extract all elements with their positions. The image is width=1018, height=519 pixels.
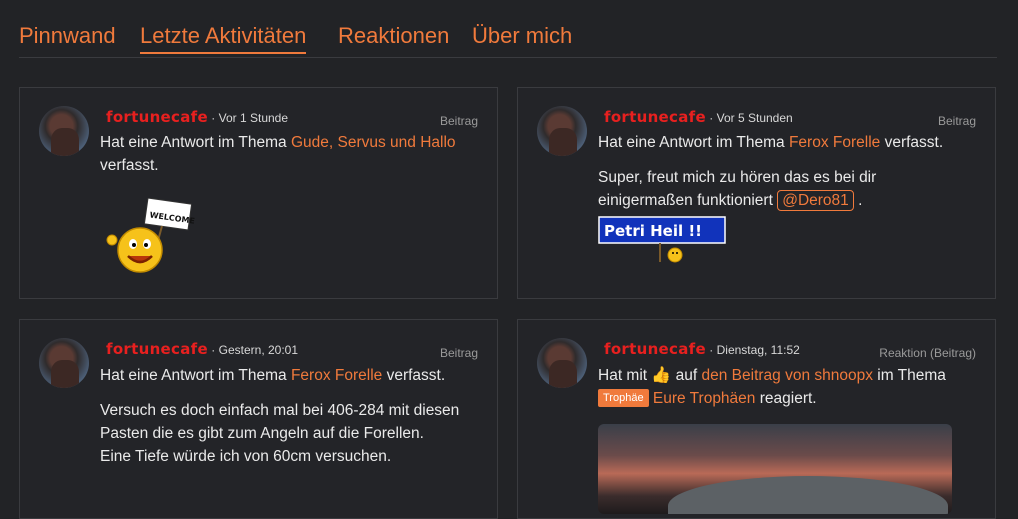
activity-text: Hat eine Antwort im Thema Gude, Servus u… <box>100 131 456 177</box>
activity-text-suffix: verfasst. <box>382 367 446 384</box>
forum-badge: Trophäe <box>598 389 649 407</box>
activity-time: · Gestern, 20:01 <box>211 343 299 357</box>
tab-ueber-mich[interactable]: Über mich <box>472 22 572 50</box>
activity-text-suffix: reagiert. <box>755 390 817 407</box>
activity-meta: fortunecafe · Vor 5 Stunden <box>604 108 793 126</box>
thumbs-up-icon: 👍 <box>651 367 672 384</box>
thread-link[interactable]: Ferox Forelle <box>789 134 880 151</box>
avatar[interactable] <box>537 106 587 156</box>
activity-type: Beitrag <box>439 114 478 128</box>
avatar[interactable] <box>39 338 89 388</box>
activity-text-suffix: verfasst. <box>880 134 944 151</box>
excerpt-line: einigermaßen funktioniert <box>598 192 778 209</box>
user-mention[interactable]: @Dero81 <box>777 190 854 211</box>
activity-card: fortunecafe · Vor 1 Stunde Beitrag Hat e… <box>19 87 498 299</box>
post-excerpt: Versuch es doch einfach mal bei 406-284 … <box>100 399 459 468</box>
petri-heil-image: Petri Heil !! <box>598 216 726 263</box>
username-link[interactable]: fortunecafe <box>604 108 706 126</box>
activity-card: fortunecafe · Gestern, 20:01 Beitrag Hat… <box>19 319 498 519</box>
thread-link[interactable]: Gude, Servus und Hallo <box>291 134 456 151</box>
activity-text-prefix: Hat eine Antwort im Thema <box>598 134 789 151</box>
activity-text: Hat eine Antwort im Thema Ferox Forelle … <box>598 131 943 154</box>
activity-text: Hat mit 👍 auf den Beitrag von shnoopx im… <box>598 364 946 410</box>
activity-text-prefix: Hat eine Antwort im Thema <box>100 367 291 384</box>
avatar[interactable] <box>39 106 89 156</box>
activity-card: fortunecafe · Dienstag, 11:52 Reaktion (… <box>517 319 996 519</box>
tab-pinnwand[interactable]: Pinnwand <box>19 22 116 50</box>
activity-text-middle: auf <box>671 367 702 384</box>
excerpt-line: Eine Tiefe würde ich von 60cm versuchen. <box>100 448 392 465</box>
activity-text-suffix: verfasst. <box>100 157 159 174</box>
avatar[interactable] <box>537 338 587 388</box>
username-link[interactable]: fortunecafe <box>106 108 208 126</box>
activity-card: fortunecafe · Vor 5 Stunden Beitrag Hat … <box>517 87 996 299</box>
excerpt-line: Pasten die es gibt zum Angeln auf die Fo… <box>100 425 424 442</box>
post-link[interactable]: den Beitrag von shnoopx <box>702 367 873 384</box>
activity-text-prefix: Hat eine Antwort im Thema <box>100 134 291 151</box>
welcome-smiley-image: WELCOME! <box>106 198 195 273</box>
activity-time: · Vor 1 Stunde <box>211 111 289 125</box>
activity-type: Beitrag <box>937 114 976 128</box>
activity-time: · Dienstag, 11:52 <box>709 343 800 357</box>
activity-text: Hat eine Antwort im Thema Ferox Forelle … <box>100 364 445 387</box>
tab-reaktionen[interactable]: Reaktionen <box>338 22 449 50</box>
profile-tabs: Pinnwand Letzte Aktivitäten Reaktionen Ü… <box>19 0 997 58</box>
excerpt-line: Super, freut mich zu hören das es bei di… <box>598 169 877 186</box>
activity-meta: fortunecafe · Dienstag, 11:52 <box>604 340 800 358</box>
excerpt-punctuation: . <box>853 192 863 209</box>
thread-link[interactable]: Ferox Forelle <box>291 367 382 384</box>
activity-type: Beitrag <box>439 346 478 360</box>
excerpt-line: Versuch es doch einfach mal bei 406-284 … <box>100 402 460 419</box>
activity-text-prefix: Hat mit <box>598 367 652 384</box>
activity-type: Reaktion (Beitrag) <box>879 346 976 360</box>
post-excerpt: Super, freut mich zu hören das es bei di… <box>598 166 876 212</box>
activity-time: · Vor 5 Stunden <box>709 111 793 125</box>
username-link[interactable]: fortunecafe <box>106 340 208 358</box>
post-image-preview[interactable] <box>598 424 952 514</box>
thread-link[interactable]: Eure Trophäen <box>653 390 756 407</box>
activity-text-suffix: im Thema <box>872 367 946 384</box>
tab-letzte-aktivitaeten[interactable]: Letzte Aktivitäten <box>140 22 307 54</box>
activity-meta: fortunecafe · Vor 1 Stunde <box>106 108 288 126</box>
petri-sign-text: Petri Heil !! <box>604 222 702 240</box>
activity-meta: fortunecafe · Gestern, 20:01 <box>106 340 298 358</box>
username-link[interactable]: fortunecafe <box>604 340 706 358</box>
